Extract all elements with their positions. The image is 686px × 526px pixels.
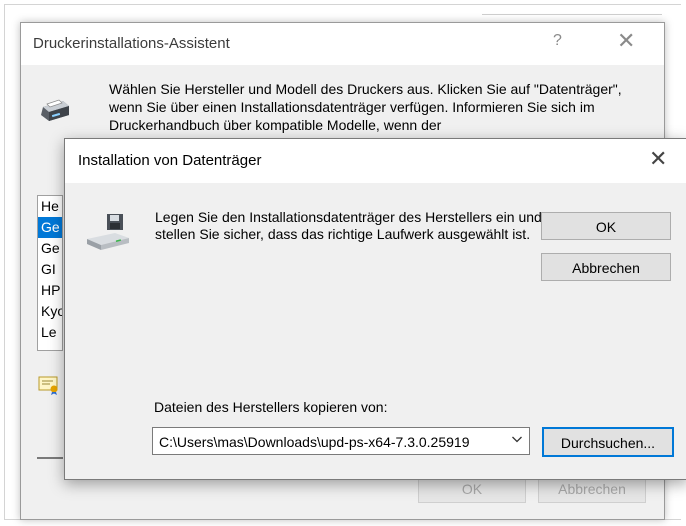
list-item-selected[interactable]: Ge bbox=[38, 217, 62, 238]
disk-drive-icon bbox=[85, 212, 131, 257]
list-item[interactable]: He bbox=[38, 196, 62, 217]
list-item[interactable]: Le bbox=[38, 322, 62, 343]
list-item[interactable]: Kyo bbox=[38, 301, 62, 322]
separator bbox=[37, 457, 63, 459]
dialog-close-button[interactable]: ✕ bbox=[649, 147, 667, 172]
path-combobox[interactable]: C:\Users\mas\Downloads\upd-ps-x64-7.3.0.… bbox=[152, 427, 530, 455]
wizard-description: Wählen Sie Hersteller und Modell des Dru… bbox=[109, 81, 622, 133]
ok-button[interactable]: OK bbox=[541, 212, 671, 240]
list-item[interactable]: Ge bbox=[38, 238, 62, 259]
list-item[interactable]: GI bbox=[38, 259, 62, 280]
chevron-down-icon[interactable] bbox=[511, 433, 523, 448]
wizard-title: Druckerinstallations-Assistent bbox=[33, 35, 230, 52]
browse-button[interactable]: Durchsuchen... bbox=[542, 427, 674, 457]
dialog-title: Installation von Datenträger bbox=[78, 152, 262, 169]
manufacturer-list[interactable]: He Ge Ge GI HP Kyo Le bbox=[37, 195, 63, 351]
dialog-message: Legen Sie den Installationsdatenträger d… bbox=[155, 209, 542, 242]
dialog-titlebar: Installation von Datenträger ✕ bbox=[65, 139, 686, 183]
install-from-disk-dialog: Installation von Datenträger ✕ Legen Sie… bbox=[64, 138, 686, 480]
wizard-close-button[interactable]: ✕ bbox=[617, 29, 635, 54]
certificate-icon bbox=[38, 375, 60, 400]
printer-icon bbox=[37, 95, 71, 130]
list-item[interactable]: HP bbox=[38, 280, 62, 301]
help-button[interactable]: ? bbox=[553, 32, 562, 50]
wizard-titlebar: Druckerinstallations-Assistent ? ✕ bbox=[21, 23, 664, 65]
copy-from-label: Dateien des Herstellers kopieren von: bbox=[154, 399, 388, 415]
path-value[interactable]: C:\Users\mas\Downloads\upd-ps-x64-7.3.0.… bbox=[159, 434, 470, 450]
cancel-button[interactable]: Abbrechen bbox=[541, 253, 671, 281]
